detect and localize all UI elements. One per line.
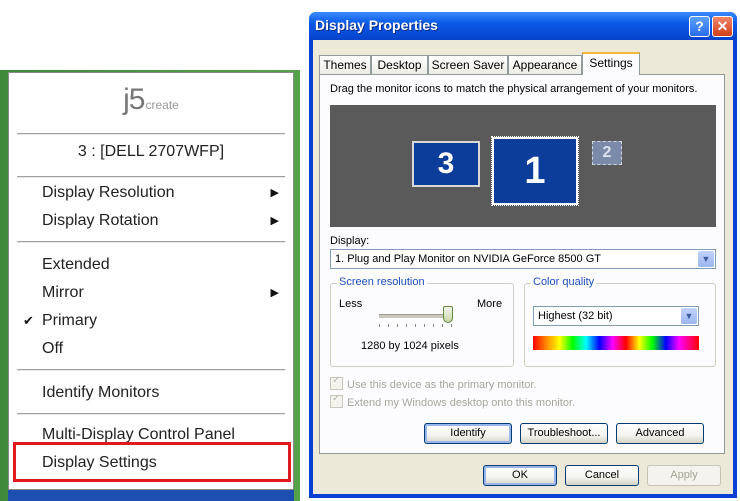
slider-ticks — [379, 324, 453, 327]
submenu-arrow-icon: ▶ — [270, 287, 279, 299]
cancel-button[interactable]: Cancel — [565, 465, 639, 486]
color-quality-title: Color quality — [531, 276, 597, 288]
menu-item-label: Mirror — [42, 284, 84, 301]
help-button[interactable]: ? — [689, 16, 710, 37]
menu-separator — [17, 176, 285, 178]
checkbox-icon — [330, 375, 343, 390]
menu-item-identify-monitors[interactable]: Identify Monitors — [9, 379, 293, 407]
troubleshoot-button[interactable]: Troubleshoot... — [520, 423, 608, 444]
settings-tab-panel: Drag the monitor icons to match the phys… — [319, 74, 725, 454]
advanced-button[interactable]: Advanced — [616, 423, 704, 444]
tab-settings[interactable]: Settings — [582, 52, 640, 75]
tab-desktop[interactable]: Desktop — [371, 55, 428, 74]
identify-button[interactable]: Identify — [424, 423, 512, 444]
dialog-client-area: Themes Desktop Screen Saver Appearance S… — [313, 40, 733, 494]
resolution-value: 1280 by 1024 pixels — [361, 340, 459, 352]
chevron-down-icon[interactable]: ▼ — [698, 251, 714, 267]
j5-context-menu: j5create 3 : [DELL 2707WFP] Display Reso… — [8, 72, 294, 490]
highlight-box — [13, 442, 291, 482]
arrange-instruction: Drag the monitor icons to match the phys… — [330, 83, 698, 95]
menu-item-label: Off — [42, 340, 64, 357]
menu-item-extended[interactable]: Extended — [9, 251, 293, 279]
menu-item-label: Primary — [42, 312, 98, 329]
menu-separator — [17, 413, 285, 415]
close-button[interactable]: ✕ — [712, 16, 733, 37]
submenu-arrow-icon: ▶ — [270, 215, 279, 227]
color-quality-group: Color quality Highest (32 bit) ▼ — [524, 276, 716, 367]
submenu-arrow-icon: ▶ — [270, 187, 279, 199]
j5-logo-text: create — [145, 98, 179, 112]
ok-button[interactable]: OK — [483, 465, 557, 486]
monitor-3-icon[interactable]: 3 — [412, 141, 480, 187]
chevron-down-icon[interactable]: ▼ — [681, 308, 697, 324]
menu-item-primary[interactable]: ✔ Primary — [9, 307, 293, 335]
menu-separator — [17, 133, 285, 135]
tab-screen-saver[interactable]: Screen Saver — [428, 55, 508, 74]
display-properties-window: Display Properties ? ✕ Themes Desktop Sc… — [309, 12, 737, 498]
monitor-name: 3 : [DELL 2707WFP] — [77, 143, 225, 160]
menu-separator — [17, 369, 285, 371]
menu-separator — [17, 241, 285, 243]
j5-logo-mark: j5 — [123, 83, 145, 116]
checkmark-icon: ✔ — [23, 313, 34, 328]
tab-themes[interactable]: Themes — [319, 55, 371, 74]
display-select-value: 1. Plug and Play Monitor on NVIDIA GeFor… — [335, 253, 601, 265]
title-bar[interactable]: Display Properties ? ✕ — [309, 12, 737, 40]
extend-desktop-label: Extend my Windows desktop onto this moni… — [347, 397, 576, 409]
tab-appearance[interactable]: Appearance — [508, 55, 582, 74]
monitor-1-icon[interactable]: 1 — [491, 136, 579, 206]
menu-item-label: Extended — [42, 256, 110, 273]
display-label: Display: — [330, 235, 370, 247]
menu-item-off[interactable]: Off — [9, 335, 293, 363]
menu-item-label: Display Resolution — [42, 184, 175, 201]
menu-item-label: Display Rotation — [42, 212, 159, 229]
display-select[interactable]: 1. Plug and Play Monitor on NVIDIA GeFor… — [330, 249, 716, 269]
apply-button: Apply — [647, 465, 721, 486]
extend-desktop-checkbox[interactable]: Extend my Windows desktop onto this moni… — [330, 393, 576, 409]
menu-item-display-resolution[interactable]: Display Resolution ▶ — [9, 179, 293, 207]
window-title: Display Properties — [315, 17, 438, 33]
j5-logo: j5create — [9, 83, 293, 117]
monitor-arrangement-area: 3 1 2 — [330, 105, 716, 227]
color-quality-select[interactable]: Highest (32 bit) ▼ — [533, 306, 699, 326]
taskbar-strip — [8, 490, 294, 501]
primary-monitor-checkbox[interactable]: Use this device as the primary monitor. — [330, 375, 537, 391]
primary-monitor-label: Use this device as the primary monitor. — [347, 379, 537, 391]
screen-resolution-group: Screen resolution Less More 1280 by 1024… — [330, 276, 514, 367]
checkbox-icon — [330, 393, 343, 408]
resolution-slider-thumb[interactable] — [443, 306, 453, 323]
menu-item-display-rotation[interactable]: Display Rotation ▶ — [9, 207, 293, 235]
slider-less-label: Less — [339, 298, 363, 310]
color-quality-value: Highest (32 bit) — [538, 310, 613, 322]
monitor-2-icon[interactable]: 2 — [592, 141, 622, 165]
menu-item-mirror[interactable]: Mirror ▶ — [9, 279, 293, 307]
resolution-slider-track[interactable] — [379, 314, 449, 318]
slider-more-label: More — [477, 298, 503, 310]
screen-resolution-title: Screen resolution — [337, 276, 427, 288]
menu-item-label: Identify Monitors — [42, 384, 160, 401]
color-palette-preview — [533, 336, 699, 350]
